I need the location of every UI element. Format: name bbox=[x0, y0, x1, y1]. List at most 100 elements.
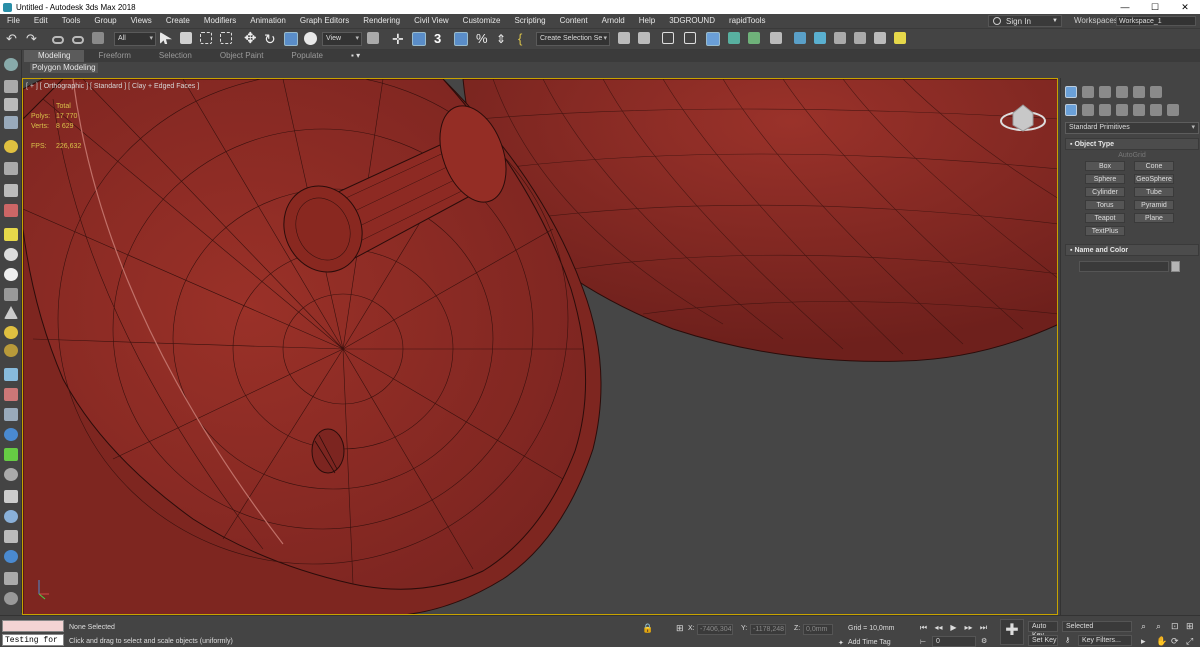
trash-icon[interactable] bbox=[4, 572, 18, 585]
cylinder-button[interactable]: Cylinder bbox=[1085, 187, 1125, 197]
utilities-tab-icon[interactable] bbox=[1150, 86, 1162, 98]
teapot-button[interactable]: Teapot bbox=[1085, 213, 1125, 223]
x-coordinate-field[interactable]: -7406,304 bbox=[697, 624, 733, 635]
cameras-icon[interactable] bbox=[1116, 104, 1128, 116]
project-icon[interactable] bbox=[874, 32, 886, 44]
toggle-ribbon-icon[interactable] bbox=[684, 32, 696, 44]
material-editor-icon[interactable] bbox=[748, 32, 760, 44]
sphere-button[interactable]: Sphere bbox=[1085, 174, 1125, 184]
torus-icon[interactable] bbox=[4, 288, 18, 301]
schematic-view-icon[interactable] bbox=[728, 32, 740, 44]
next-frame-icon[interactable]: ▸▸ bbox=[963, 622, 974, 633]
camera-icon[interactable] bbox=[4, 162, 18, 175]
menu-arnold[interactable]: Arnold bbox=[595, 14, 632, 28]
space-warps-icon[interactable] bbox=[1150, 104, 1162, 116]
list-icon[interactable] bbox=[4, 116, 18, 129]
window-crossing-icon[interactable] bbox=[220, 32, 232, 44]
mirror-icon[interactable] bbox=[618, 32, 630, 44]
name-and-color-header[interactable]: ▪ Name and Color bbox=[1065, 244, 1199, 256]
tab-modeling[interactable]: Modeling bbox=[24, 50, 85, 62]
move-icon[interactable]: ✥ bbox=[244, 31, 259, 47]
zoom-icon[interactable]: ⌕ bbox=[1141, 621, 1146, 632]
note-icon[interactable] bbox=[4, 228, 18, 241]
keyboard-shortcut-icon[interactable]: ✛ bbox=[392, 32, 407, 47]
orbit-icon[interactable]: ⟳ bbox=[1171, 636, 1179, 647]
rotate-icon[interactable]: ↻ bbox=[264, 32, 279, 47]
align-icon[interactable] bbox=[638, 32, 650, 44]
ribbon-options-icon[interactable]: ▪ ▾ bbox=[337, 50, 374, 62]
pyramid-button[interactable]: Pyramid bbox=[1134, 200, 1174, 210]
menu-help[interactable]: Help bbox=[632, 14, 662, 28]
previous-frame-icon[interactable]: ◂◂ bbox=[933, 622, 944, 633]
grid-icon[interactable] bbox=[4, 368, 18, 381]
selection-filter-dropdown[interactable]: All bbox=[114, 32, 156, 46]
tube-button[interactable]: Tube bbox=[1134, 187, 1174, 197]
lights-icon[interactable] bbox=[1099, 104, 1111, 116]
ring-icon[interactable] bbox=[4, 268, 18, 281]
undo-icon[interactable]: ↶ bbox=[6, 32, 21, 47]
globe-icon[interactable] bbox=[4, 428, 18, 441]
shapes-icon[interactable] bbox=[1082, 104, 1094, 116]
hierarchy-tab-icon[interactable] bbox=[1099, 86, 1111, 98]
bind-spacewarp-icon[interactable] bbox=[92, 32, 104, 44]
object-name-input[interactable] bbox=[1079, 261, 1169, 272]
tool-icon[interactable] bbox=[4, 408, 18, 421]
menu-file[interactable]: File bbox=[0, 14, 27, 28]
box-button[interactable]: Box bbox=[1085, 161, 1125, 171]
menu-edit[interactable]: Edit bbox=[27, 14, 55, 28]
key-filters-button[interactable]: Key Filters... bbox=[1078, 635, 1132, 646]
spacewarp-icon[interactable] bbox=[4, 204, 18, 217]
menu-content[interactable]: Content bbox=[553, 14, 595, 28]
a360-icon[interactable] bbox=[854, 32, 866, 44]
select-manipulate-icon[interactable] bbox=[304, 32, 317, 45]
goto-start-icon[interactable]: ⏮ bbox=[918, 622, 929, 633]
maximize-viewport-icon[interactable]: ⤢ bbox=[1186, 636, 1193, 647]
rendered-frame-icon[interactable] bbox=[794, 32, 806, 44]
light-icon[interactable] bbox=[4, 140, 18, 153]
selection-set-dropdown[interactable]: Create Selection Se bbox=[536, 32, 610, 46]
scene-explorer-icon[interactable] bbox=[4, 80, 18, 93]
set-key-icon[interactable]: ✚ bbox=[1000, 619, 1024, 645]
set-key-button[interactable]: Set Key bbox=[1028, 635, 1058, 646]
plane-button[interactable]: Plane bbox=[1134, 213, 1174, 223]
paint-icon[interactable] bbox=[4, 388, 18, 401]
geometry-icon[interactable] bbox=[1065, 104, 1077, 116]
render-icon[interactable] bbox=[814, 32, 826, 44]
y-coordinate-field[interactable]: -1178,248 bbox=[750, 624, 786, 635]
torus-button[interactable]: Torus bbox=[1085, 200, 1125, 210]
sign-in-button[interactable]: Sign In ▼ bbox=[988, 15, 1062, 27]
key-mode-icon[interactable]: ⊢ bbox=[920, 638, 926, 646]
menu-graph-editors[interactable]: Graph Editors bbox=[293, 14, 356, 28]
cone-icon[interactable] bbox=[4, 306, 18, 319]
menu-3dground[interactable]: 3DGROUND bbox=[662, 14, 722, 28]
object-color-swatch[interactable] bbox=[1171, 261, 1180, 272]
zoom-all-icon[interactable]: ⌕ bbox=[1156, 621, 1161, 632]
create-tab-icon[interactable] bbox=[1065, 86, 1077, 98]
helpers-icon[interactable] bbox=[1133, 104, 1145, 116]
bucket-icon[interactable] bbox=[4, 530, 18, 543]
z-coordinate-field[interactable]: 0,0mm bbox=[803, 624, 833, 635]
close-button[interactable]: ✕ bbox=[1170, 0, 1200, 14]
fov-icon[interactable]: ▸ bbox=[1141, 636, 1146, 647]
current-frame-field[interactable]: 0 bbox=[932, 636, 976, 647]
polygon-modeling-label[interactable]: Polygon Modeling bbox=[30, 63, 98, 73]
angle-snap-icon[interactable]: 3 bbox=[434, 32, 449, 47]
menu-customize[interactable]: Customize bbox=[456, 14, 508, 28]
menu-rapidtools[interactable]: rapidTools bbox=[722, 14, 772, 28]
auto-key-button[interactable]: Auto Key bbox=[1028, 621, 1058, 639]
disc-icon[interactable] bbox=[4, 344, 18, 357]
helper-icon[interactable] bbox=[4, 184, 18, 197]
textplus-button[interactable]: TextPlus bbox=[1085, 226, 1125, 236]
add-time-tag-button[interactable]: Add Time Tag bbox=[848, 639, 891, 646]
pan-icon[interactable]: ✋ bbox=[1156, 636, 1167, 647]
menu-civil-view[interactable]: Civil View bbox=[407, 14, 456, 28]
minimize-button[interactable]: — bbox=[1110, 0, 1140, 14]
rect-region-icon[interactable] bbox=[200, 32, 212, 44]
menu-rendering[interactable]: Rendering bbox=[356, 14, 407, 28]
coord-system-dropdown[interactable]: View bbox=[322, 32, 362, 46]
render-cloud-icon[interactable] bbox=[834, 32, 846, 44]
sphere-icon[interactable] bbox=[4, 248, 18, 261]
display-tab-icon[interactable] bbox=[1133, 86, 1145, 98]
tab-selection[interactable]: Selection bbox=[145, 50, 206, 62]
maxscript-listener-output[interactable] bbox=[2, 620, 64, 632]
